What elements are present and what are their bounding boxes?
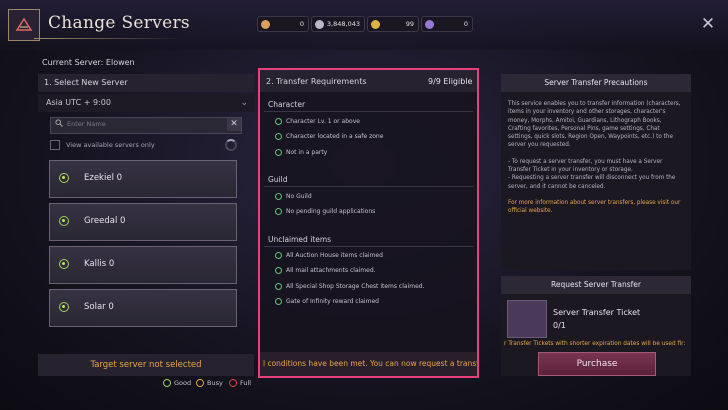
- precautions-header: Server Transfer Precautions: [501, 74, 691, 92]
- crystal-icon: [425, 19, 434, 29]
- divider: [264, 186, 473, 187]
- requirement-item: All Special Shop Storage Chest items cla…: [275, 283, 424, 290]
- requirement-item: No Guild: [275, 193, 312, 200]
- section-unclaimed-items: Unclaimed items: [268, 235, 332, 244]
- currency-value: 3,848,043: [326, 20, 360, 28]
- transfer-requirements-panel: [258, 68, 479, 378]
- currency-silver: 3,848,043: [311, 16, 365, 32]
- select-server-header: 1. Select New Server: [38, 74, 254, 92]
- server-name: Greedal 0: [84, 216, 126, 226]
- requirement-item: No pending guild applications: [275, 208, 375, 215]
- server-card-kallis[interactable]: Kallis 0: [49, 246, 237, 284]
- check-circle-icon: [275, 252, 282, 259]
- check-circle-icon: [275, 193, 282, 200]
- purchase-button[interactable]: Purchase: [538, 352, 656, 376]
- status-busy-icon: [196, 379, 204, 387]
- chevron-down-icon: ⌄: [240, 98, 248, 108]
- section-guild: Guild: [268, 175, 288, 184]
- check-circle-icon: [275, 298, 282, 305]
- ticket-note: r Transfer Tickets with shorter expirati…: [504, 341, 686, 347]
- check-circle-icon: [275, 133, 282, 140]
- ticket-name: Server Transfer Ticket: [553, 308, 641, 317]
- available-only-label: View available servers only: [66, 141, 155, 149]
- gold-coin-icon: [371, 19, 380, 29]
- server-search-input[interactable]: Enter Name ✕: [50, 117, 242, 134]
- precaution-text: - To request a server transfer, you must…: [508, 158, 676, 190]
- legend-busy: Busy: [196, 379, 223, 387]
- requirement-item: Gate of Infinity reward claimed: [275, 298, 379, 305]
- check-circle-icon: [275, 118, 282, 125]
- status-good-icon: [59, 216, 69, 226]
- server-name: Kallis 0: [84, 259, 115, 269]
- check-circle-icon: [275, 283, 282, 290]
- search-placeholder: Enter Name: [67, 120, 106, 128]
- server-card-ezekiel[interactable]: Ezekiel 0: [49, 160, 237, 198]
- section-character: Character: [268, 100, 306, 109]
- checkbox[interactable]: [50, 140, 60, 150]
- legend-full: Full: [229, 379, 251, 387]
- status-good-icon: [163, 379, 171, 387]
- requirement-item: All mail attachments claimed.: [275, 267, 376, 274]
- current-server-label: Current Server: Elowen: [42, 58, 135, 67]
- transfer-ticket-icon[interactable]: [507, 300, 547, 338]
- change-server-icon: [8, 9, 40, 41]
- currency-value: 99: [405, 20, 414, 28]
- check-circle-icon: [275, 149, 282, 156]
- check-circle-icon: [275, 267, 282, 274]
- currency-value: 0: [463, 20, 468, 28]
- refresh-icon[interactable]: [225, 139, 237, 151]
- close-button[interactable]: ✕: [696, 12, 720, 36]
- available-only-toggle[interactable]: View available servers only: [50, 140, 155, 150]
- status-full-icon: [229, 379, 237, 387]
- requirement-item: Not in a party: [275, 149, 327, 156]
- eligible-count: 9/9 Eligible: [428, 77, 473, 86]
- feather-icon: [261, 19, 270, 29]
- status-good-icon: [59, 302, 69, 312]
- request-transfer-header: Request Server Transfer: [501, 276, 691, 294]
- region-label: Asia UTC + 9:00: [46, 98, 111, 107]
- search-icon: [55, 119, 63, 127]
- requirements-title: 2. Transfer Requirements: [266, 77, 367, 86]
- more-info-link[interactable]: For more information about server transf…: [508, 199, 684, 216]
- title-underline: [34, 38, 184, 39]
- server-card-solar[interactable]: Solar 0: [49, 289, 237, 327]
- currency-value: 0: [299, 20, 304, 28]
- server-card-greedal[interactable]: Greedal 0: [49, 203, 237, 241]
- requirement-item: Character located in a safe zone: [275, 133, 383, 140]
- legend-good: Good: [163, 379, 191, 387]
- precaution-text: This service enables you to transfer inf…: [508, 101, 681, 149]
- target-server-status: Target server not selected: [38, 354, 254, 376]
- requirement-item: All Auction House items claimed: [275, 252, 383, 259]
- status-good-icon: [59, 173, 69, 183]
- ticket-quantity: 0/1: [553, 321, 566, 330]
- divider: [264, 246, 473, 247]
- divider: [264, 111, 473, 112]
- region-dropdown[interactable]: Asia UTC + 9:00 ⌄: [38, 94, 254, 112]
- precautions-body: This service enables you to transfer inf…: [501, 92, 691, 270]
- currency-gold: 99: [367, 16, 419, 32]
- silver-coin-icon: [315, 19, 324, 29]
- requirements-status-message: l conditions have been met. You can now …: [260, 352, 477, 376]
- server-name: Solar 0: [84, 302, 114, 312]
- legend-label: Busy: [207, 379, 223, 387]
- legend-label: Full: [240, 379, 252, 387]
- clear-search-button[interactable]: ✕: [227, 118, 241, 131]
- status-good-icon: [59, 259, 69, 269]
- currency-feather: 0: [257, 16, 309, 32]
- check-circle-icon: [275, 208, 282, 215]
- requirement-item: Character Lv. 1 or above: [275, 118, 360, 125]
- page-title: Change Servers: [48, 13, 190, 33]
- currency-crystal: 0: [421, 16, 473, 32]
- legend-label: Good: [174, 379, 192, 387]
- server-name: Ezekiel 0: [84, 173, 123, 183]
